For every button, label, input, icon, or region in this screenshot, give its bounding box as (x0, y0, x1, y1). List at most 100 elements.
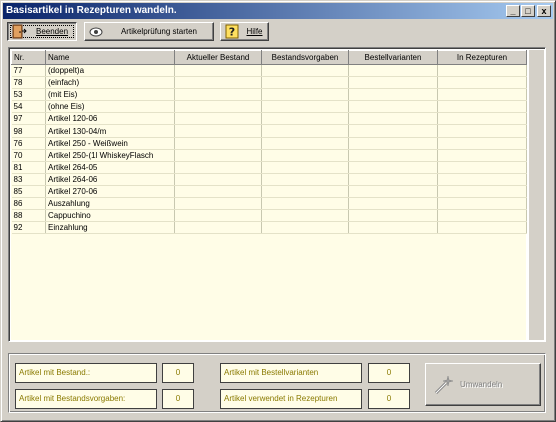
row-cell (174, 197, 262, 211)
row-cell (437, 149, 527, 162)
row-name: Einzahlung (45, 221, 175, 235)
row-cell (174, 88, 262, 102)
row-name: Artikel 270-06 (45, 185, 175, 199)
row-cell (174, 221, 262, 235)
row-cell (437, 76, 527, 90)
row-name: Artikel 250-(1l WhiskeyFlasch (45, 149, 175, 162)
row-cell (348, 149, 438, 162)
title-bar[interactable]: Basisartikel in Rezepturen wandeln. _ □ … (3, 3, 553, 19)
row-cell (174, 124, 262, 138)
table-row[interactable]: 85 Artikel 270-06 (11, 185, 527, 199)
table-row[interactable]: 98 Artikel 130-04/m (11, 124, 527, 138)
row-name: Artikel 264-05 (45, 161, 175, 174)
table-row[interactable]: 78 (einfach) (11, 76, 527, 90)
row-nr: 77 (11, 64, 46, 78)
row-name: (ohne Eis) (45, 100, 175, 114)
row-nr: 70 (11, 149, 46, 162)
row-cell (437, 112, 527, 126)
bestandsvorgaben-value: 0 (162, 389, 194, 409)
article-grid[interactable]: Nr. Name Aktueller Bestand Bestandsvorgaben… (8, 47, 546, 342)
row-cell (437, 124, 527, 138)
row-name: (mit Eis) (45, 88, 175, 102)
check-icon (89, 27, 103, 37)
row-nr: 54 (11, 100, 46, 114)
row-cell (261, 173, 349, 186)
table-row[interactable]: 88 Cappuchino (11, 209, 527, 223)
column-header[interactable]: Name (45, 50, 175, 65)
column-header[interactable]: Aktueller Bestand (174, 50, 262, 65)
beenden-button[interactable]: Beenden (7, 22, 77, 41)
row-cell (348, 124, 438, 138)
row-cell (348, 185, 438, 199)
row-name: (doppelt)a (45, 64, 175, 78)
row-cell (348, 76, 438, 90)
row-name: Artikel 120-06 (45, 112, 175, 126)
row-cell (174, 137, 262, 150)
table-row[interactable]: 81 Artikel 264-05 (11, 161, 527, 174)
minimize-button[interactable]: _ (506, 5, 520, 17)
row-cell (261, 185, 349, 199)
artikelpruefung-label: Artikelprüfung starten (120, 27, 198, 36)
table-row[interactable]: 76 Artikel 250 - Weißwein (11, 137, 527, 150)
bestand-label: Artikel mit Bestand.: (15, 363, 157, 383)
row-cell (261, 161, 349, 174)
hilfe-button[interactable]: ? Hilfe (220, 22, 269, 41)
row-cell (261, 64, 349, 78)
row-cell (261, 209, 349, 223)
row-cell (174, 112, 262, 126)
row-name: Artikel 130-04/m (45, 124, 175, 138)
row-cell (437, 100, 527, 114)
column-header[interactable]: Bestandsvorgaben (261, 50, 349, 65)
column-header[interactable]: In Rezepturen (437, 50, 527, 65)
umwandeln-label: Umwandeln (460, 380, 503, 389)
row-cell (174, 173, 262, 186)
row-name: Artikel 250 - Weißwein (45, 137, 175, 150)
table-row[interactable]: 92 Einzahlung (11, 221, 527, 235)
table-row[interactable]: 54 (ohne Eis) (11, 100, 527, 114)
maximize-button[interactable]: □ (521, 5, 535, 17)
bestandsvorgaben-label: Artikel mit Bestandsvorgaben: (15, 389, 157, 409)
row-name: (einfach) (45, 76, 175, 90)
row-cell (437, 185, 527, 199)
table-row[interactable]: 83 Artikel 264-06 (11, 173, 527, 186)
svg-text:?: ? (229, 26, 235, 39)
row-cell (437, 64, 527, 78)
row-cell (348, 209, 438, 223)
rezepturen-label: Artikel verwendet in Rezepturen (220, 389, 362, 409)
table-row[interactable]: 86 Auszahlung (11, 197, 527, 211)
row-cell (437, 161, 527, 174)
row-cell (261, 76, 349, 90)
row-nr: 92 (11, 221, 46, 235)
table-row[interactable]: 97 Artikel 120-06 (11, 112, 527, 126)
hilfe-label: Hilfe (246, 27, 263, 36)
row-nr: 86 (11, 197, 46, 211)
table-row[interactable]: 77 (doppelt)a (11, 64, 527, 78)
table-row[interactable]: 70 Artikel 250-(1l WhiskeyFlasch (11, 149, 527, 162)
column-header[interactable]: Bestellvarianten (348, 50, 438, 65)
row-cell (437, 173, 527, 186)
row-cell (348, 88, 438, 102)
row-cell (174, 185, 262, 199)
row-name: Artikel 264-06 (45, 173, 175, 186)
row-cell (437, 88, 527, 102)
row-name: Cappuchino (45, 209, 175, 223)
row-nr: 88 (11, 209, 46, 223)
row-cell (261, 112, 349, 126)
row-cell (261, 221, 349, 235)
row-cell (437, 209, 527, 223)
close-button[interactable]: x (537, 5, 551, 17)
help-icon: ? (225, 24, 239, 39)
artikelpruefung-button[interactable]: Artikelprüfung starten (84, 22, 214, 41)
window-title: Basisartikel in Rezepturen wandeln. (6, 5, 177, 16)
umwandeln-button[interactable]: Umwandeln (425, 363, 541, 406)
column-header[interactable]: Nr. (11, 50, 46, 65)
row-nr: 97 (11, 112, 46, 126)
row-cell (261, 88, 349, 102)
row-nr: 81 (11, 161, 46, 174)
rezepturen-value: 0 (368, 389, 410, 409)
table-row[interactable]: 53 (mit Eis) (11, 88, 527, 102)
row-nr: 53 (11, 88, 46, 102)
row-cell (348, 161, 438, 174)
row-nr: 98 (11, 124, 46, 138)
row-cell (174, 161, 262, 174)
